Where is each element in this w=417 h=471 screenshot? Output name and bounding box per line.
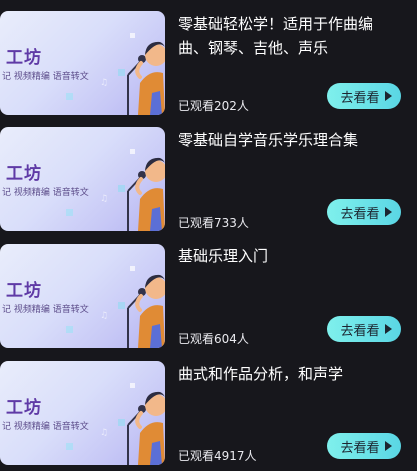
view-count: 已观看604人 [178,332,249,346]
thumbnail-title: 工坊 [6,164,42,184]
course-card[interactable]: ♪ ♫ 工坊 记 视频精编 语音转文 基础乐理入门 已观看604人 去看看 [0,244,417,350]
play-icon [384,441,392,451]
go-watch-button[interactable]: 去看看 [327,83,401,109]
course-title[interactable]: 曲式和作品分析，和声学 [178,362,400,386]
svg-text:♫: ♫ [100,428,108,438]
svg-text:♫: ♫ [100,194,108,204]
thumbnail-tags: 记 视频精编 语音转文 [2,188,89,198]
course-thumbnail[interactable]: ♪ ♫ 工坊 记 视频精编 语音转文 [0,361,165,465]
thumbnail-title: 工坊 [6,281,42,301]
thumbnail-tags: 记 视频精编 语音转文 [2,422,89,432]
svg-text:♫: ♫ [100,78,108,88]
course-card[interactable]: ♪ ♫ 工坊 记 视频精编 语音转文 零基础自学音乐学乐理合集 已观看733人 … [0,127,417,233]
course-title[interactable]: 零基础自学音乐学乐理合集 [178,128,400,152]
thumbnail-tags: 记 视频精编 语音转文 [2,305,89,315]
course-thumbnail[interactable]: ♪ ♫ 工坊 记 视频精编 语音转文 [0,127,165,231]
course-thumbnail[interactable]: ♪ ♫ 工坊 记 视频精编 语音转文 [0,244,165,348]
course-card[interactable]: ♪ ♫ 工坊 记 视频精编 语音转文 曲式和作品分析，和声学 已观看4917人 … [0,361,417,467]
course-card[interactable]: ♪ ♫ 工坊 记 视频精编 语音转文 零基础轻松学！适用于作曲编曲、钢琴、吉他、… [0,11,417,117]
course-list: ♪ ♫ 工坊 记 视频精编 语音转文 零基础轻松学！适用于作曲编曲、钢琴、吉他、… [0,0,417,471]
go-watch-label: 去看看 [340,323,380,339]
play-icon [384,324,392,334]
svg-text:♫: ♫ [100,311,108,321]
play-icon [384,207,392,217]
go-watch-label: 去看看 [340,206,380,222]
course-thumbnail[interactable]: ♪ ♫ 工坊 记 视频精编 语音转文 [0,11,165,115]
go-watch-label: 去看看 [340,440,380,456]
course-title[interactable]: 基础乐理入门 [178,244,400,268]
view-count: 已观看733人 [178,216,249,230]
course-title[interactable]: 零基础轻松学！适用于作曲编曲、钢琴、吉他、声乐 [178,12,400,60]
view-count: 已观看202人 [178,99,249,113]
go-watch-button[interactable]: 去看看 [327,199,401,225]
thumbnail-tags: 记 视频精编 语音转文 [2,72,89,82]
view-count: 已观看4917人 [178,449,257,463]
go-watch-label: 去看看 [340,90,380,106]
go-watch-button[interactable]: 去看看 [327,316,401,342]
thumbnail-title: 工坊 [6,398,42,418]
play-icon [384,91,392,101]
thumbnail-title: 工坊 [6,48,42,68]
go-watch-button[interactable]: 去看看 [327,433,401,459]
